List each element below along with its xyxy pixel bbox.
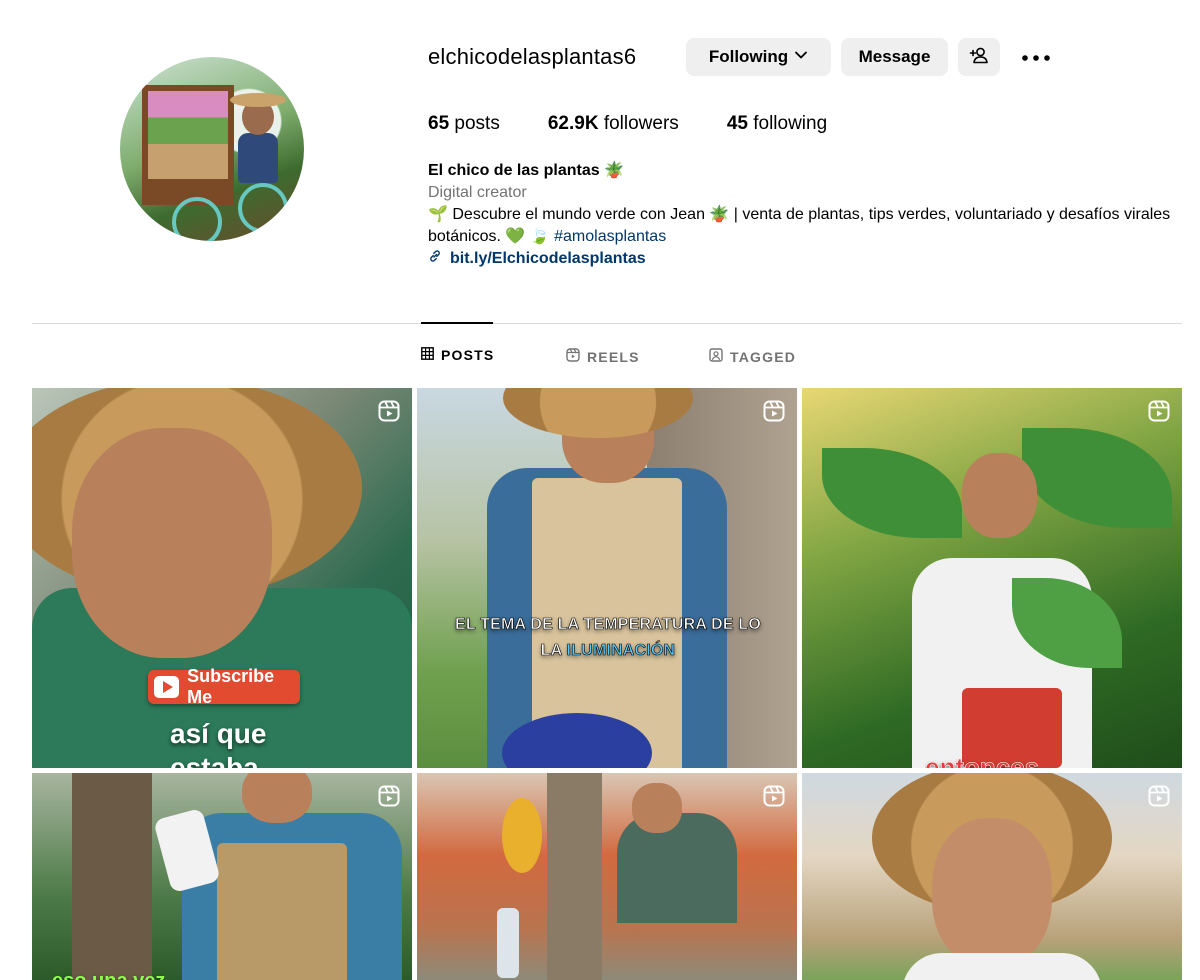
- posts-label: posts: [454, 113, 500, 134]
- face-shape: [242, 773, 312, 823]
- followers-count: 62.9K: [547, 113, 599, 134]
- reel-badge-icon: [763, 785, 785, 807]
- post-caption-text: entonces: [925, 752, 1040, 768]
- shirt-shape: [902, 953, 1102, 980]
- avatar-wheel: [172, 197, 222, 241]
- bio-category: Digital creator: [428, 184, 527, 201]
- spray-bottle-shape: [497, 908, 519, 978]
- post-caption-text: eso una vez: [52, 970, 165, 980]
- avatar-wheel: [238, 183, 288, 233]
- link-icon: [428, 248, 442, 270]
- more-dots-icon: [1022, 48, 1050, 66]
- reel-badge-icon: [763, 400, 785, 422]
- followers-stat[interactable]: 62.9K followers: [548, 113, 679, 135]
- reel-badge-icon: [1148, 785, 1170, 807]
- post-caption-text: EL TEMA DE LA TEMPERATURA DE LO LA ILUMI…: [418, 612, 798, 664]
- bio-text-block: 🌱 Descubre el mundo verde con Jean 🪴 | v…: [428, 204, 1188, 248]
- reels-icon: [566, 348, 580, 365]
- face-shape: [632, 783, 682, 833]
- tab-reels-label: REELS: [587, 348, 640, 365]
- face-shape: [962, 453, 1037, 538]
- following-button[interactable]: Following: [686, 38, 831, 76]
- reel-badge-icon: [378, 400, 400, 422]
- round-window-shape: [502, 798, 542, 873]
- play-icon: [154, 676, 180, 698]
- more-options-button[interactable]: [1020, 47, 1052, 67]
- profile-username: elchicodelasplantas6: [428, 44, 637, 69]
- chevron-down-icon: [794, 47, 808, 67]
- following-button-label: Following: [708, 47, 789, 66]
- post-thumbnail[interactable]: [802, 773, 1182, 980]
- suggested-users-button[interactable]: [958, 38, 1000, 76]
- tab-tagged[interactable]: TAGGED: [709, 348, 796, 365]
- shirt-shape: [617, 813, 737, 923]
- add-person-icon: [969, 46, 989, 69]
- posts-stat: 65 posts: [428, 113, 500, 135]
- reel-badge-icon: [378, 785, 400, 807]
- caption-line: LA ILUMINACIÓN: [418, 638, 798, 664]
- tab-posts-label: POSTS: [441, 347, 495, 363]
- tab-posts[interactable]: POSTS: [421, 347, 494, 363]
- grid-icon: [421, 347, 434, 363]
- caption-highlight: ILUMINACIÓN: [566, 642, 676, 660]
- profile-avatar[interactable]: [120, 57, 304, 241]
- leaf-shape: [822, 448, 962, 538]
- profile-stats: 65 posts 62.9K followers 45 following: [428, 113, 827, 135]
- face-shape: [72, 428, 272, 658]
- bio-text: 🌱 Descubre el mundo verde con Jean 🪴 | v…: [428, 206, 1171, 245]
- active-tab-indicator: [421, 322, 493, 324]
- post-thumbnail[interactable]: [417, 773, 797, 980]
- tab-reels[interactable]: REELS: [566, 348, 640, 365]
- post-thumbnail[interactable]: [417, 388, 797, 768]
- post-thumbnail[interactable]: [802, 388, 1182, 768]
- following-stat[interactable]: 45 following: [727, 113, 827, 135]
- post-caption-text: estaba: [170, 752, 259, 768]
- subscribe-me-label: Subscribe Me: [187, 666, 275, 707]
- post-thumbnail[interactable]: [32, 388, 412, 768]
- bio-external-link[interactable]: bit.ly/Elchicodelasplantas: [428, 248, 1188, 270]
- following-count: 45: [726, 113, 748, 134]
- followers-label: followers: [603, 113, 679, 134]
- avatar-plant-cart: [142, 85, 234, 205]
- leaf-shape: [1022, 428, 1172, 528]
- bio-link-text: bit.ly/Elchicodelasplantas: [450, 250, 646, 267]
- following-label: following: [753, 113, 828, 134]
- avatar-person-hat: [230, 93, 286, 107]
- apron-shape: [217, 843, 347, 980]
- reel-badge-icon: [1148, 400, 1170, 422]
- profile-bio: El chico de las plantas 🪴 Digital creato…: [428, 160, 1188, 270]
- face-shape: [932, 818, 1052, 968]
- bio-display-name: El chico de las plantas 🪴: [428, 162, 624, 179]
- message-button-label: Message: [858, 47, 931, 66]
- tab-tagged-label: TAGGED: [730, 348, 797, 365]
- avatar-person: [238, 133, 278, 183]
- post-caption-text: así que: [170, 718, 267, 749]
- tree-trunk-shape: [72, 773, 152, 980]
- bio-hashtag-link[interactable]: #amolasplantas: [554, 228, 666, 245]
- tagged-icon: [709, 348, 723, 365]
- post-thumbnail[interactable]: [32, 773, 412, 980]
- tree-trunk-shape: [547, 773, 602, 980]
- tabs-divider: [32, 323, 1182, 324]
- subscribe-me-badge: Subscribe Me: [148, 666, 300, 707]
- message-button[interactable]: Message: [841, 38, 948, 76]
- caption-line: EL TEMA DE LA TEMPERATURA DE LO: [454, 616, 762, 634]
- posts-count: 65: [428, 113, 450, 134]
- caption-prefix: LA: [540, 642, 567, 660]
